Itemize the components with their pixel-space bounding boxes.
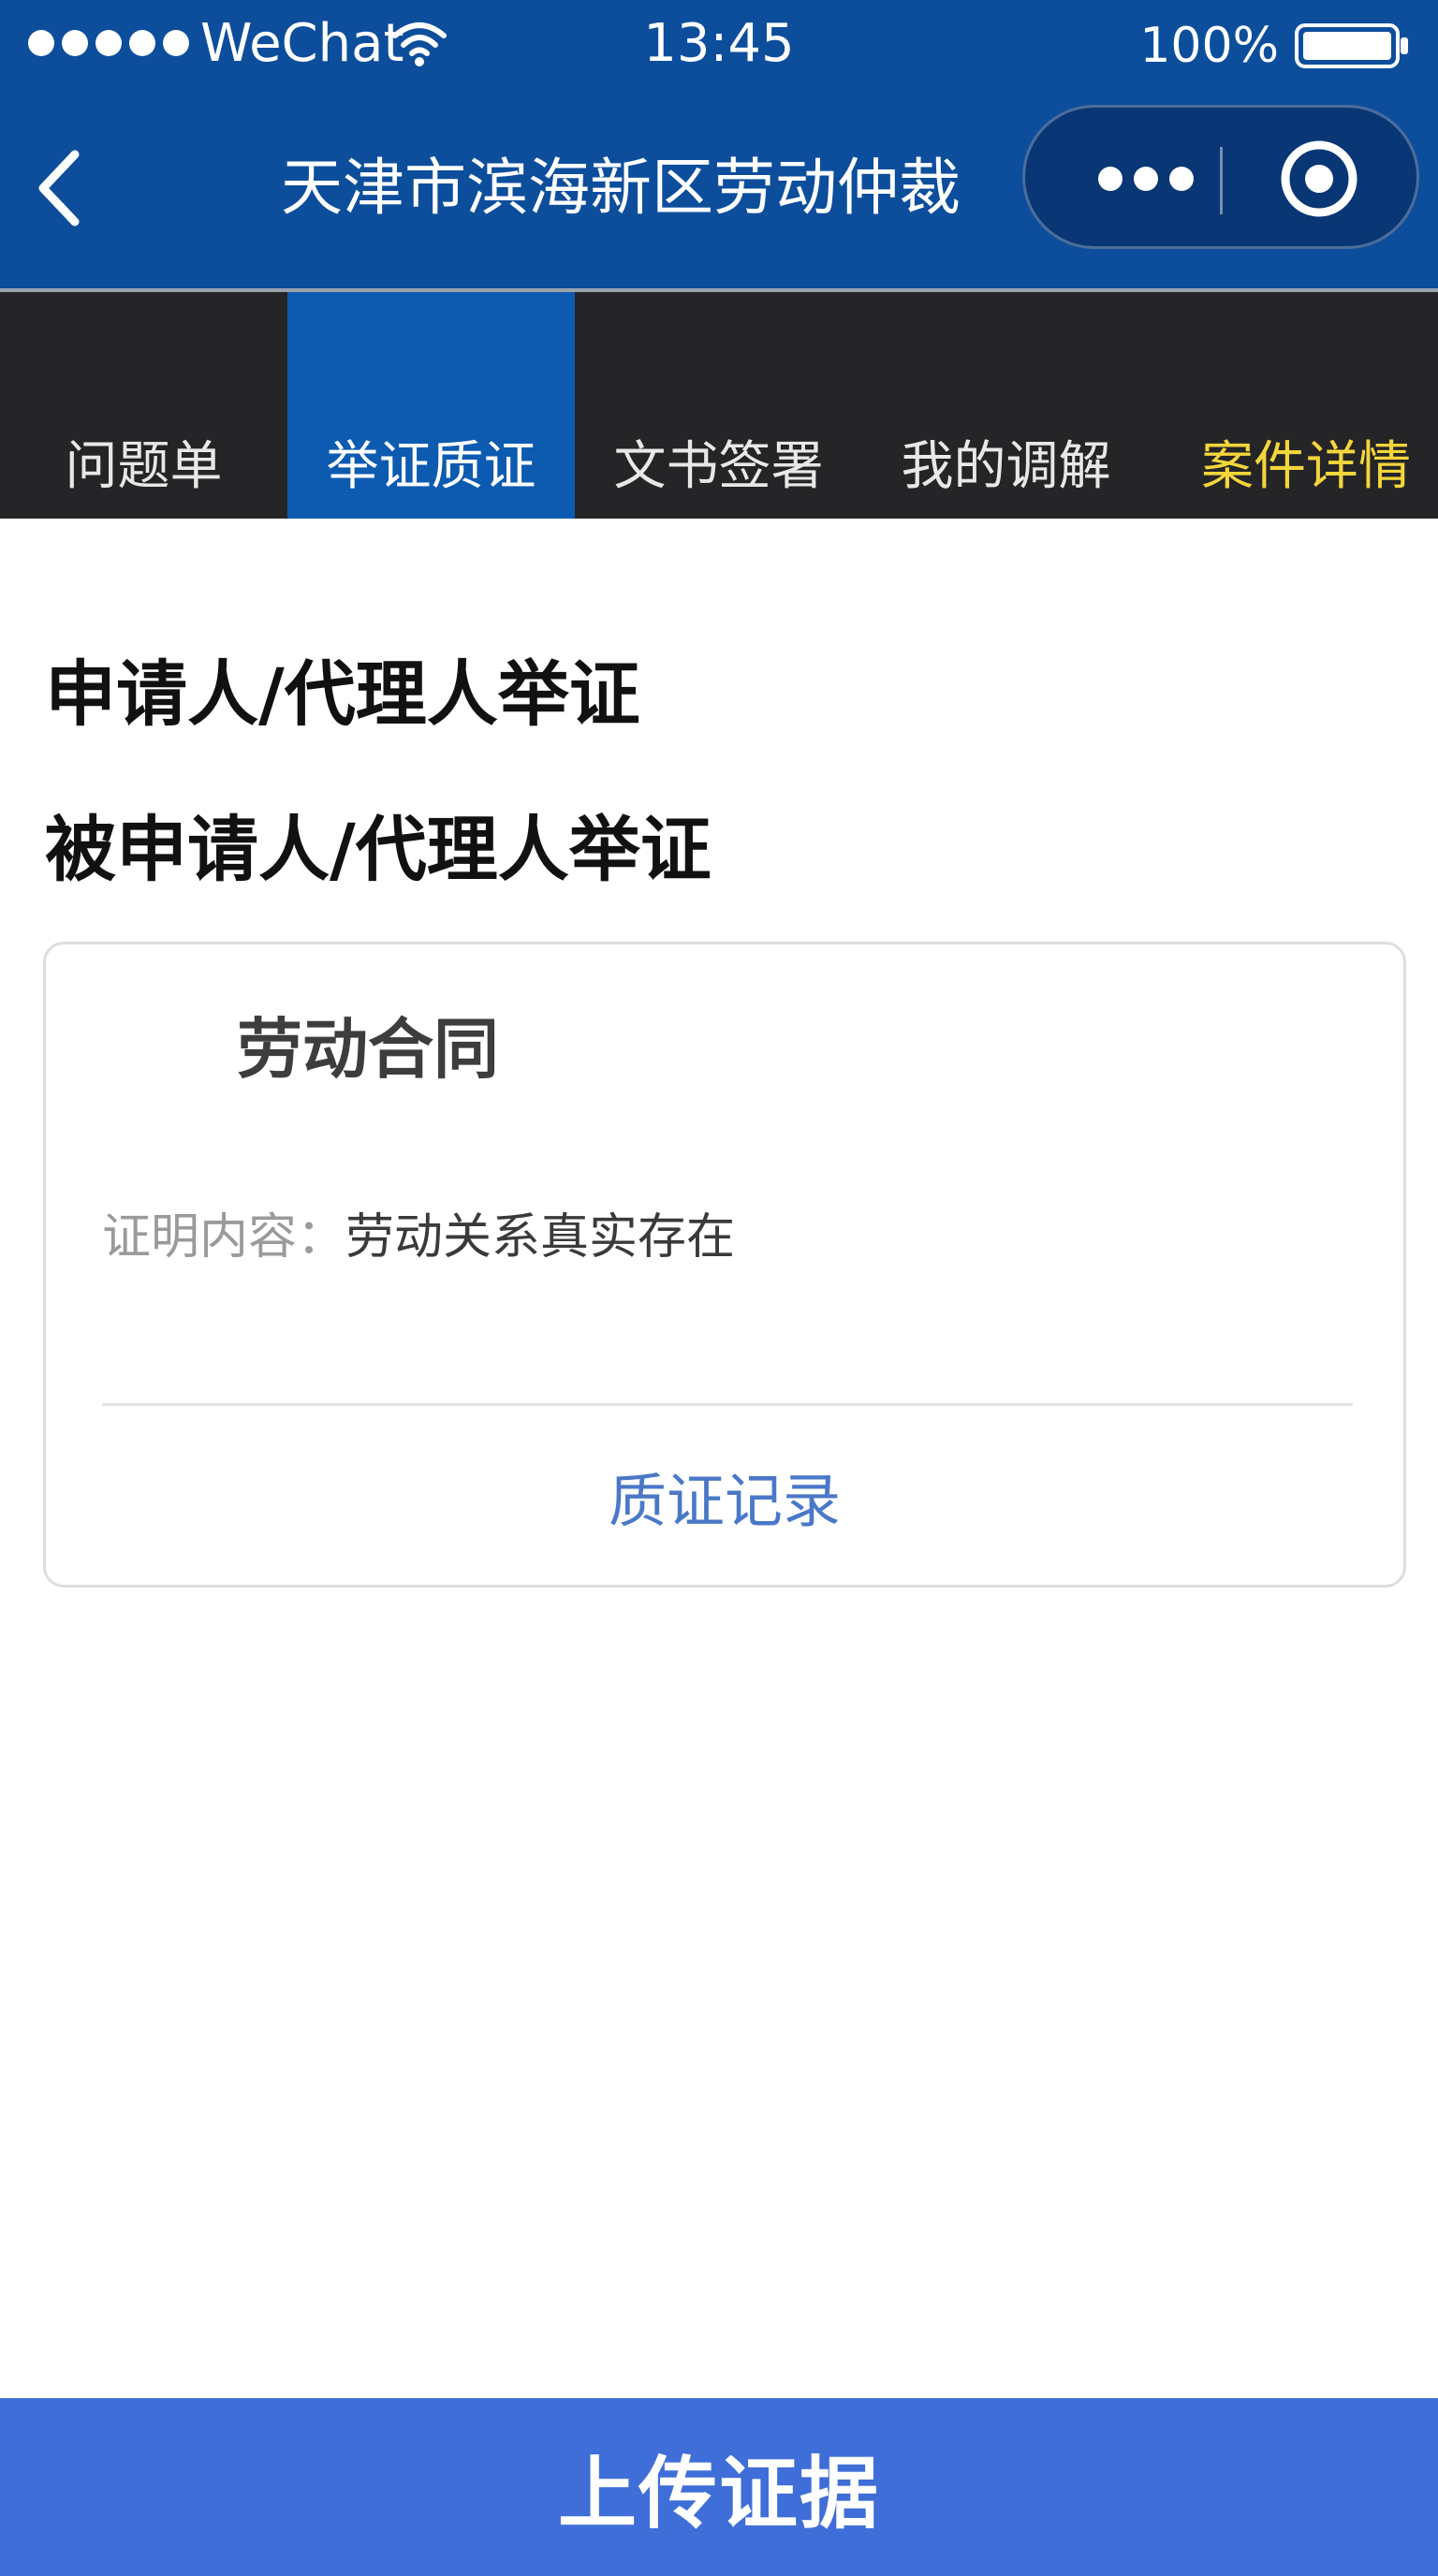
evidence-content-value: 劳动关系真实存在 (345, 1209, 736, 1266)
evidence-content: 证明内容：劳动关系真实存在 (102, 1205, 735, 1270)
card-divider (102, 1403, 1353, 1406)
tab-document-signing[interactable]: 文书签署 (575, 292, 862, 519)
page-title: 天津市滨海新区劳动仲裁 (281, 152, 961, 224)
respondent-evidence-heading: 被申请人/代理人举证 (45, 808, 712, 891)
evidence-card: 劳动合同 证明内容：劳动关系真实存在 质证记录 (43, 942, 1406, 1588)
cross-examination-record-link[interactable]: 质证记录 (46, 1459, 1403, 1544)
tab-my-mediation[interactable]: 我的调解 (862, 292, 1150, 519)
back-button[interactable] (21, 137, 95, 240)
upload-evidence-button[interactable]: 上传证据 (0, 2398, 1438, 2576)
more-options-icon[interactable] (1076, 153, 1216, 205)
tab-issue-list[interactable]: 问题单 (0, 292, 287, 519)
tab-case-details[interactable]: 案件详情 (1150, 292, 1437, 519)
chevron-left-icon (38, 150, 80, 227)
battery-icon (1295, 23, 1408, 68)
applicant-evidence-heading: 申请人/代理人举证 (45, 652, 640, 736)
mini-program-capsule (1022, 105, 1419, 249)
battery-percentage: 100% (1139, 18, 1279, 74)
close-mini-program-icon[interactable] (1276, 136, 1362, 222)
capsule-divider (1220, 147, 1223, 214)
status-bar: WeChat 13:45 100% (0, 0, 1438, 90)
evidence-content-label: 证明内容： (102, 1209, 346, 1266)
tab-evidence[interactable]: 举证质证 (287, 292, 575, 519)
tab-bar: 问题单 举证质证 文书签署 我的调解 案件详情 (0, 288, 1438, 519)
navigation-bar: 天津市滨海新区劳动仲裁 (0, 90, 1438, 288)
evidence-title: 劳动合同 (237, 1011, 499, 1088)
app-header: WeChat 13:45 100% 天津市滨海新区劳动仲裁 (0, 0, 1438, 288)
